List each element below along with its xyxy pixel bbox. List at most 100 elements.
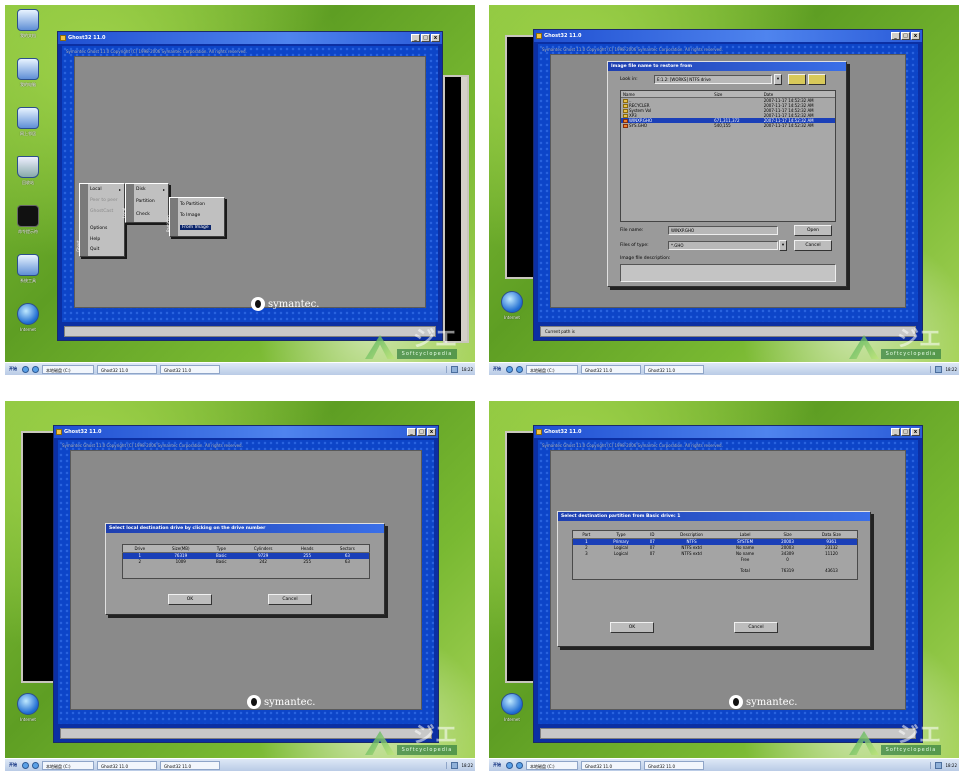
taskbar-item[interactable]: 本地磁盘 (C:) bbox=[526, 364, 578, 374]
cancel-button[interactable]: Cancel bbox=[734, 622, 778, 633]
desktop-icon-3[interactable]: 网上邻居 bbox=[8, 107, 48, 147]
desktop-icon-6[interactable]: 系统工具 bbox=[8, 254, 48, 294]
file-list[interactable]: Name Size Date .. 2007-11-17 14:52:32 AM … bbox=[620, 90, 836, 222]
system-tray: 18:22 bbox=[446, 761, 473, 769]
quicklaunch-icon[interactable] bbox=[32, 365, 39, 373]
quicklaunch-icon[interactable] bbox=[506, 761, 513, 769]
tray-icon[interactable] bbox=[935, 761, 943, 769]
folder-up-icon[interactable] bbox=[788, 74, 806, 85]
taskbar-item[interactable]: Ghost32 11.0 bbox=[581, 364, 641, 374]
taskbar-item[interactable]: Ghost32 11.0 bbox=[581, 760, 641, 770]
close-button[interactable]: x bbox=[427, 428, 436, 436]
minimize-button[interactable]: _ bbox=[891, 32, 900, 40]
maximize-button[interactable]: □ bbox=[417, 428, 426, 436]
file-name-input[interactable]: WINXP.GHO bbox=[668, 226, 778, 235]
menu-item-disk[interactable]: Disk bbox=[136, 187, 146, 192]
taskbar-item[interactable]: Ghost32 11.0 bbox=[160, 760, 220, 770]
desktop-icon-4[interactable]: 回收站 bbox=[8, 156, 48, 196]
close-button[interactable]: x bbox=[911, 428, 920, 436]
chevron-down-icon[interactable]: ▾ bbox=[779, 240, 787, 251]
tray-icon[interactable] bbox=[451, 761, 459, 769]
taskbar-item[interactable]: 本地磁盘 (C:) bbox=[42, 760, 94, 770]
ok-button[interactable]: OK bbox=[610, 622, 654, 633]
column-header[interactable]: Date bbox=[762, 91, 835, 97]
menu-item-quit[interactable]: Quit bbox=[90, 247, 99, 252]
main-menu: Ghost Local ▸ Peer to peer GhostCast Opt… bbox=[76, 183, 125, 257]
column-header[interactable]: Name bbox=[621, 91, 712, 97]
menu-item-ghostcast[interactable]: GhostCast bbox=[90, 209, 113, 214]
taskbar-item[interactable]: Ghost32 11.0 bbox=[644, 760, 704, 770]
cancel-button[interactable]: Cancel bbox=[794, 240, 832, 251]
symantec-logo-icon bbox=[729, 695, 743, 709]
desktop-icon-1[interactable]: 我的文档 bbox=[8, 9, 48, 49]
taskbar-item[interactable]: Ghost32 11.0 bbox=[97, 364, 157, 374]
taskbar: 开始 本地磁盘 (C:) Ghost32 11.0 Ghost32 11.0 1… bbox=[489, 362, 959, 375]
menu-item-to-image[interactable]: To Image bbox=[180, 213, 200, 218]
screenshot-panel-select-partition: Ghost32 11.0 _ □ x Symantec Ghost 11.0 Cop… bbox=[489, 401, 959, 771]
taskbar-item[interactable]: 本地磁盘 (C:) bbox=[42, 364, 94, 374]
tray-icon[interactable] bbox=[935, 365, 943, 373]
ghost-window[interactable]: Ghost32 11.0 _ □ x Symantec Ghost 11.0 Cop… bbox=[57, 31, 443, 341]
ghost-window[interactable]: Ghost32 11.0 _ □ x Symantec Ghost 11.0 Cop… bbox=[53, 425, 439, 743]
files-type-select[interactable]: *.GHO bbox=[668, 241, 778, 250]
ghost-window[interactable]: Ghost32 11.0 _ □ x Symantec Ghost 11.0 Cop… bbox=[533, 29, 923, 341]
column-header[interactable]: Size bbox=[712, 91, 762, 97]
quicklaunch-icon[interactable] bbox=[506, 365, 513, 373]
desktop-icon-1[interactable]: Internet bbox=[8, 693, 48, 733]
console-window[interactable] bbox=[443, 75, 469, 343]
quicklaunch-icon[interactable] bbox=[22, 365, 29, 373]
quicklaunch-icon[interactable] bbox=[516, 761, 523, 769]
maximize-button[interactable]: □ bbox=[901, 32, 910, 40]
quicklaunch-icon[interactable] bbox=[516, 365, 523, 373]
ok-button[interactable]: OK bbox=[168, 594, 212, 605]
chevron-down-icon[interactable]: ▾ bbox=[774, 74, 782, 85]
start-button[interactable]: 开始 bbox=[491, 762, 503, 768]
start-button[interactable]: 开始 bbox=[7, 762, 19, 768]
desktop-icon-5[interactable]: 命令提示符 bbox=[8, 205, 48, 245]
console-scrollbar[interactable] bbox=[461, 77, 467, 341]
maximize-button[interactable]: □ bbox=[901, 428, 910, 436]
desktop-icon-7[interactable]: Internet bbox=[8, 303, 48, 343]
desktop-icon-2[interactable]: 我的电脑 bbox=[8, 58, 48, 98]
desktop-icon-1[interactable]: Internet bbox=[492, 291, 532, 331]
menu-item-from-image[interactable]: From Image bbox=[180, 225, 211, 230]
ghost-window[interactable]: Ghost32 11.0 _ □ x Symantec Ghost 11.0 Cop… bbox=[533, 425, 923, 743]
quicklaunch-icon[interactable] bbox=[32, 761, 39, 769]
desktop-icon-1[interactable]: Internet bbox=[492, 693, 532, 733]
taskbar-item[interactable]: 本地磁盘 (C:) bbox=[526, 760, 578, 770]
taskbar-item[interactable]: Ghost32 11.0 bbox=[644, 364, 704, 374]
file-row[interactable]: SYS.GHO 540,155 2007-11-17 14:52:32 AM bbox=[621, 123, 835, 128]
menu-item-peer[interactable]: Peer to peer bbox=[90, 198, 118, 203]
close-button[interactable]: x bbox=[431, 34, 440, 42]
ghost-work-area: Select destination partition from Basic … bbox=[550, 450, 906, 710]
desktop-icons: Internet bbox=[8, 693, 48, 742]
drive-table[interactable]: Drive Size(MB) Type Cylinders Heads Sect… bbox=[122, 544, 370, 579]
minimize-button[interactable]: _ bbox=[411, 34, 420, 42]
my-computer-icon bbox=[17, 58, 39, 80]
menu-item-check[interactable]: Check bbox=[136, 212, 150, 217]
start-button[interactable]: 开始 bbox=[491, 366, 503, 372]
table-header-row: Part Type ID Description Label Size Data… bbox=[572, 530, 858, 539]
partition-table[interactable]: Part Type ID Description Label Size Data… bbox=[572, 530, 858, 580]
cancel-button[interactable]: Cancel bbox=[268, 594, 312, 605]
description-field[interactable] bbox=[620, 264, 836, 282]
quicklaunch-icon[interactable] bbox=[22, 761, 29, 769]
open-button[interactable]: Open bbox=[794, 225, 832, 236]
look-in-select[interactable]: E:1.2: [WORKS] NTFS drive bbox=[654, 75, 772, 84]
taskbar-item[interactable]: Ghost32 11.0 bbox=[97, 760, 157, 770]
menu-item-options[interactable]: Options bbox=[90, 226, 107, 231]
close-button[interactable]: x bbox=[911, 32, 920, 40]
menu-item-local[interactable]: Local bbox=[90, 187, 102, 192]
maximize-button[interactable]: □ bbox=[421, 34, 430, 42]
start-button[interactable]: 开始 bbox=[7, 366, 19, 372]
menu-item-partition[interactable]: Partition bbox=[136, 199, 155, 204]
column-header: Heads bbox=[288, 544, 326, 553]
minimize-button[interactable]: _ bbox=[891, 428, 900, 436]
minimize-button[interactable]: _ bbox=[407, 428, 416, 436]
new-folder-icon[interactable] bbox=[808, 74, 826, 85]
tray-icon[interactable] bbox=[451, 365, 459, 373]
menu-item-to-partition[interactable]: To Partition bbox=[180, 202, 205, 207]
desktop-icons: Internet bbox=[492, 693, 532, 742]
menu-item-help[interactable]: Help bbox=[90, 237, 100, 242]
taskbar-item[interactable]: Ghost32 11.0 bbox=[160, 364, 220, 374]
